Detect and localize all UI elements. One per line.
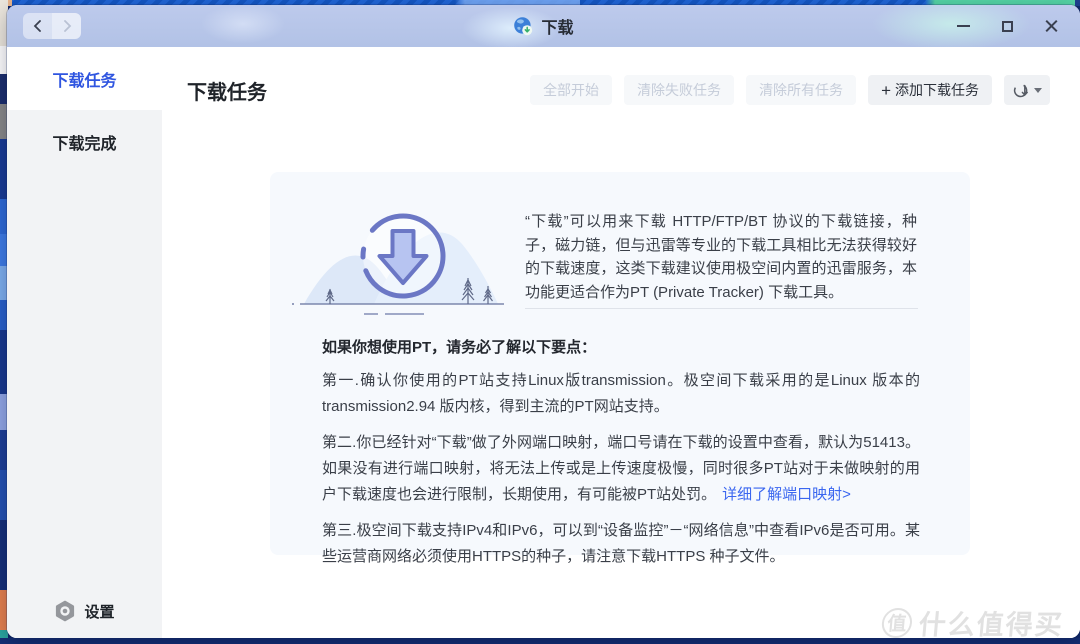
- plus-icon: +: [881, 82, 891, 99]
- close-button[interactable]: [1036, 12, 1066, 40]
- clear-all-button[interactable]: 清除所有任务: [746, 75, 856, 105]
- desktop-taskbar-strip: [0, 638, 1080, 644]
- main-header: 下载任务 全部开始 清除失败任务 清除所有任务 + 添加下载任务: [187, 75, 1050, 105]
- window-title: 下载: [541, 14, 573, 38]
- sidebar-item-label: 下载任务: [52, 67, 116, 91]
- sidebar-item-download-complete[interactable]: 下载完成: [7, 110, 162, 173]
- pt-tips-list: 第一.确认你使用的PT站支持Linux版transmission。极空间下载采用…: [322, 368, 920, 580]
- page-title: 下载任务: [187, 76, 267, 105]
- sort-by-time-icon: [1013, 82, 1030, 99]
- gear-icon: [54, 600, 76, 622]
- close-icon: [1045, 20, 1058, 33]
- sidebar-item-download-tasks[interactable]: 下载任务: [7, 47, 162, 110]
- window-body: 下载任务 下载完成 设置 下载任务 全部开始 清除失败任务: [7, 47, 1080, 638]
- pt-tip-2: 第二.你已经针对“下载”做了外网端口映射，端口号请在下载的设置中查看，默认为51…: [322, 430, 920, 508]
- minimize-button[interactable]: [948, 12, 978, 40]
- nav-history-pill: [23, 13, 81, 39]
- main-content: 下载任务 全部开始 清除失败任务 清除所有任务 + 添加下载任务: [162, 47, 1080, 638]
- pt-tip-3: 第三.极空间下载支持IPv4和IPv6，可以到“设备监控”－“网络信息”中查看I…: [322, 518, 920, 570]
- card-intro-text: “下载”可以用来下载 HTTP/FTP/BT 协议的下载链接，种子，磁力链，但与…: [525, 210, 917, 304]
- add-task-label: 添加下载任务: [895, 80, 979, 100]
- port-mapping-link[interactable]: 详细了解端口映射>: [722, 486, 851, 503]
- minimize-icon: [957, 25, 970, 27]
- globe-download-icon: [513, 16, 533, 36]
- back-button[interactable]: [23, 13, 52, 39]
- pt-tip-1: 第一.确认你使用的PT站支持Linux版transmission。极空间下载采用…: [322, 368, 920, 420]
- maximize-button[interactable]: [992, 12, 1022, 40]
- settings-button[interactable]: 设置: [7, 600, 162, 622]
- sidebar: 下载任务 下载完成 设置: [7, 47, 162, 638]
- card-divider: [525, 308, 918, 309]
- add-download-task-button[interactable]: + 添加下载任务: [868, 75, 992, 105]
- window-title-area: 下载: [7, 5, 1080, 47]
- info-card: “下载”可以用来下载 HTTP/FTP/BT 协议的下载链接，种子，磁力链，但与…: [270, 172, 970, 555]
- download-app-window: 下载 下载任务 下载完成 设置: [7, 5, 1080, 638]
- sort-order-button[interactable]: [1004, 75, 1050, 105]
- window-controls: [948, 5, 1066, 47]
- forward-button[interactable]: [52, 13, 81, 39]
- download-illustration: [290, 184, 522, 328]
- settings-label: 设置: [84, 601, 114, 622]
- toolbar: 全部开始 清除失败任务 清除所有任务 + 添加下载任务: [530, 75, 1050, 105]
- sidebar-item-label: 下载完成: [52, 130, 116, 154]
- chevron-down-icon: [1034, 88, 1042, 93]
- titlebar: 下载: [7, 5, 1080, 47]
- clear-failed-button[interactable]: 清除失败任务: [624, 75, 734, 105]
- chevron-right-icon: [61, 20, 73, 32]
- chevron-left-icon: [32, 20, 44, 32]
- start-all-button[interactable]: 全部开始: [530, 75, 612, 105]
- maximize-icon: [1002, 21, 1013, 32]
- pt-tips-heading: 如果你想使用PT，请务必了解以下要点：: [322, 336, 596, 357]
